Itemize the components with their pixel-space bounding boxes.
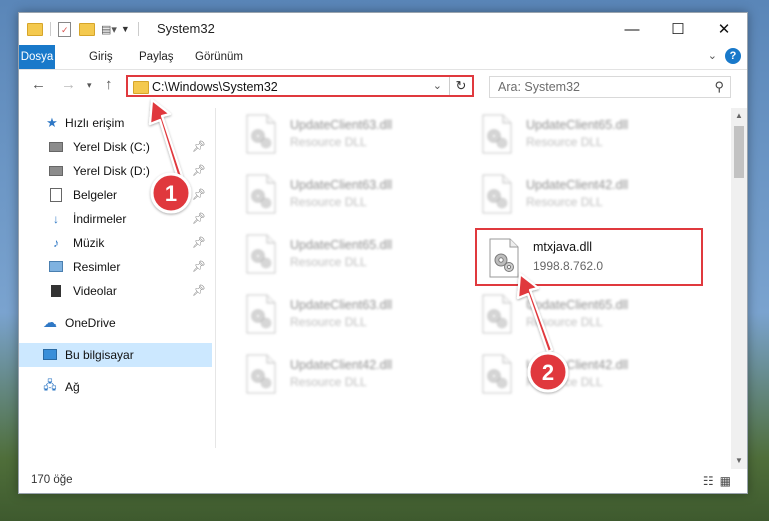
sidebar-item-downloads[interactable]: ↓ İndirmeler 📌︎ (19, 207, 212, 231)
recent-locations-icon[interactable]: ▾ (87, 80, 92, 91)
pictures-icon (49, 260, 63, 273)
dll-file-icon (487, 238, 521, 278)
pane-divider (215, 108, 216, 448)
dll-file-icon (480, 354, 514, 394)
dll-file-icon (244, 174, 278, 214)
navigation-pane: ★ Hızlı erişim Yerel Disk (C:) 📌︎ Yerel … (19, 108, 215, 468)
search-input[interactable]: Ara: System32 ⚲ (489, 76, 731, 98)
cloud-icon: ☁ (43, 314, 57, 330)
ribbon: Dosya Giriş Paylaş Görünüm ⌄ ? (19, 45, 747, 70)
sidebar-item-this-pc[interactable]: Bu bilgisayar (19, 343, 212, 367)
dll-file-icon (244, 114, 278, 154)
address-path[interactable]: C:\Windows\System32 (152, 80, 278, 94)
pin-icon[interactable]: 📌︎ (192, 188, 206, 201)
computer-icon (43, 348, 57, 361)
document-icon (49, 187, 63, 202)
dll-file-icon (244, 234, 278, 274)
download-icon: ↓ (53, 211, 59, 226)
star-icon: ★ (46, 114, 58, 130)
view-toggle-icons[interactable]: ☷▦ (703, 474, 737, 488)
help-icon[interactable]: ? (725, 48, 741, 64)
address-bar[interactable]: C:\Windows\System32 ⌄ ↻ (126, 75, 474, 97)
target-file-item[interactable]: mtxjava.dll 1998.8.762.0 (475, 228, 703, 286)
pin-icon[interactable]: 📌︎ (192, 212, 206, 225)
pin-icon[interactable]: 📌︎ (192, 260, 206, 273)
file-item[interactable]: UpdateClient63.dll Resource DLL (234, 288, 464, 340)
up-button[interactable]: ↑ (105, 76, 113, 93)
dll-file-icon (244, 294, 278, 334)
sidebar-item-onedrive[interactable]: ☁ OneDrive (19, 311, 212, 335)
minimize-button[interactable]: — (609, 13, 655, 45)
file-item[interactable]: UpdateClient42.dll Resource DLL (234, 348, 464, 400)
sidebar-item-videos[interactable]: Videolar 📌︎ (19, 279, 212, 303)
scrollbar-thumb[interactable] (734, 126, 744, 178)
quick-access-toolbar: ✓ ▤▾ ▼ (27, 20, 139, 38)
file-list: UpdateClient63.dll Resource DLL UpdateCl… (224, 108, 729, 468)
network-icon: 🖧︎ (43, 378, 57, 392)
drive-icon (49, 164, 63, 177)
drive-icon (49, 140, 63, 153)
dll-file-icon (480, 174, 514, 214)
tab-view[interactable]: Görünüm (185, 45, 253, 69)
search-icon[interactable]: ⚲ (714, 79, 724, 95)
properties-icon[interactable]: ✓ (58, 21, 71, 37)
customize-icon[interactable]: ▤▾ (101, 23, 117, 36)
window-title: System32 (157, 21, 215, 36)
file-item[interactable]: UpdateClient63.dll Resource DLL (234, 168, 464, 220)
file-item[interactable]: UpdateClient42.dll Resource DLL (470, 168, 700, 220)
expand-ribbon-icon[interactable]: ⌄ (708, 49, 717, 62)
item-count: 170 öğe (31, 474, 73, 486)
tab-file[interactable]: Dosya (19, 45, 55, 69)
sidebar-item-quick-access[interactable]: ★ Hızlı erişim (19, 111, 212, 135)
file-item[interactable]: UpdateClient65.dll Resource DLL (470, 108, 700, 160)
vertical-scrollbar[interactable]: ▲ ▼ (731, 108, 747, 469)
refresh-icon[interactable]: ↻ (449, 77, 472, 95)
pin-icon[interactable]: 📌︎ (192, 236, 206, 249)
video-icon (49, 284, 63, 297)
folder-icon (133, 81, 149, 94)
scroll-down-icon[interactable]: ▼ (731, 453, 747, 469)
back-button[interactable]: ← (31, 76, 46, 93)
tab-home[interactable]: Giriş (79, 45, 123, 69)
status-bar: 170 öğe ☷▦ (19, 469, 747, 493)
sidebar-item-documents[interactable]: Belgeler 📌︎ (19, 183, 212, 207)
quick-access-dropdown-icon[interactable]: ▼ (121, 24, 130, 34)
sidebar-item-pictures[interactable]: Resimler 📌︎ (19, 255, 212, 279)
file-item[interactable]: UpdateClient42.dll Resource DLL (470, 348, 700, 400)
sidebar-item-local-disk-c[interactable]: Yerel Disk (C:) 📌︎ (19, 135, 212, 159)
explorer-window: ✓ ▤▾ ▼ System32 — ☐ ✕ Dosya Giriş Paylaş… (18, 12, 748, 494)
title-bar: ✓ ▤▾ ▼ System32 — ☐ ✕ (19, 13, 747, 45)
navigation-bar: ← → ▾ ↑ C:\Windows\System32 ⌄ ↻ Ara: Sys… (19, 70, 747, 102)
close-button[interactable]: ✕ (701, 13, 747, 45)
forward-button[interactable]: → (61, 76, 76, 93)
sidebar-item-network[interactable]: 🖧︎ Ağ (19, 375, 212, 399)
tab-share[interactable]: Paylaş (129, 45, 184, 69)
pin-icon[interactable]: 📌︎ (192, 164, 206, 177)
scroll-up-icon[interactable]: ▲ (731, 108, 747, 124)
folder-icon (27, 22, 43, 36)
dll-file-icon (480, 114, 514, 154)
search-placeholder: Ara: System32 (498, 80, 580, 94)
sidebar-item-music[interactable]: ♪ Müzik 📌︎ (19, 231, 212, 255)
dll-file-icon (244, 354, 278, 394)
pin-icon[interactable]: 📌︎ (192, 284, 206, 297)
music-icon: ♪ (53, 235, 59, 250)
dll-file-icon (480, 294, 514, 334)
new-folder-icon[interactable] (79, 22, 95, 36)
maximize-button[interactable]: ☐ (655, 13, 701, 45)
file-item[interactable]: UpdateClient65.dll Resource DLL (470, 288, 700, 340)
file-item[interactable]: UpdateClient65.dll Resource DLL (234, 228, 464, 280)
chevron-down-icon[interactable]: ⌄ (433, 79, 442, 92)
sidebar-item-local-disk-d[interactable]: Yerel Disk (D:) 📌︎ (19, 159, 212, 183)
pin-icon[interactable]: 📌︎ (192, 140, 206, 153)
file-item[interactable]: UpdateClient63.dll Resource DLL (234, 108, 464, 160)
